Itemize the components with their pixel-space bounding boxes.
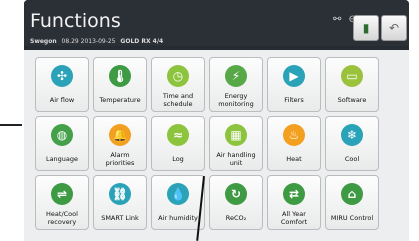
fan-icon: ✣	[51, 65, 73, 87]
function-tile-label: ReCO₂	[225, 214, 247, 222]
device-model: GOLD RX 4/4	[120, 38, 164, 45]
function-tile[interactable]: 🌡 Temperature	[93, 57, 147, 112]
function-tile[interactable]: ⇌ Heat/Cool recovery	[35, 175, 89, 230]
heat-cool-recovery-icon: ⇌	[51, 183, 73, 205]
clock-icon: ◷	[167, 65, 189, 87]
function-tile-label: Heat	[286, 155, 302, 163]
function-tile-label: Energy monitoring	[218, 92, 254, 108]
function-tile-label: Air humidity	[158, 214, 198, 222]
air-handling-unit-icon: ▦	[225, 124, 247, 146]
function-tile-label: All Year Comfort	[280, 210, 308, 226]
device-screen: Functions Swegon 08.29 2013-09-25 GOLD R…	[24, 0, 409, 241]
function-tile[interactable]: ▶ Filters	[267, 57, 321, 112]
function-tile[interactable]: ⛓ SMART Link	[93, 175, 147, 230]
back-button[interactable]: ↶	[381, 15, 407, 41]
function-tile-label: Time and schedule	[162, 92, 194, 108]
function-tile-label: Filters	[284, 96, 304, 104]
device-info: Swegon 08.29 2013-09-25 GOLD RX 4/4	[30, 38, 163, 45]
heat-icon: ♨	[283, 124, 305, 146]
function-tile[interactable]: ⇄ All Year Comfort	[267, 175, 321, 230]
function-tile[interactable]: 🔔 Alarm priorities	[93, 116, 147, 171]
pointer-line-left	[0, 124, 22, 126]
settings-icon: ▮	[362, 21, 370, 35]
globe-icon: ◍	[51, 124, 73, 146]
function-tile[interactable]: 💧 Air humidity	[151, 175, 205, 230]
function-tile[interactable]: ◷ Time and schedule	[151, 57, 205, 112]
function-tile[interactable]: ▭ Software	[325, 57, 379, 112]
all-year-comfort-icon: ⇄	[283, 183, 305, 205]
function-tile-label: Air handling unit	[216, 151, 256, 167]
function-tile-label: Temperature	[99, 96, 141, 104]
software-icon: ▭	[341, 65, 363, 87]
smart-link-icon: ⛓	[109, 183, 131, 205]
alarm-bell-icon: 🔔	[109, 124, 131, 146]
brand-logo: Swegon	[30, 38, 57, 45]
log-icon: ≈	[167, 124, 189, 146]
reco2-icon: ↻	[225, 183, 247, 205]
function-tile-label: Language	[45, 155, 79, 163]
function-tile-label: Software	[337, 96, 367, 104]
thermometer-icon: 🌡	[109, 65, 131, 87]
humidity-icon: 💧	[167, 183, 189, 205]
snowflake-icon: ❄	[341, 124, 363, 146]
function-tile[interactable]: ⚡ Energy monitoring	[209, 57, 263, 112]
settings-button[interactable]: ▮	[353, 15, 379, 41]
function-tile-label: Cool	[344, 155, 360, 163]
filter-icon: ▶	[283, 65, 305, 87]
function-tile-label: Air flow	[49, 96, 75, 104]
home-icon: ⌂	[341, 183, 363, 205]
energy-icon: ⚡	[225, 65, 247, 87]
function-tile-label: Alarm priorities	[105, 151, 135, 167]
function-tile[interactable]: ≈ Log	[151, 116, 205, 171]
function-tile[interactable]: ◍ Language	[35, 116, 89, 171]
page-title: Functions	[30, 10, 121, 32]
back-arrow-icon: ↶	[388, 21, 400, 35]
function-tile-label: MIRU Control	[330, 214, 374, 222]
function-tile-label: Log	[172, 155, 184, 163]
functions-panel: ✣ Air flow 🌡 Temperature ◷ Time and schedule ⚡…	[24, 50, 409, 241]
header-bar: Functions Swegon 08.29 2013-09-25 GOLD R…	[24, 0, 409, 46]
function-tile-label: Heat/Cool recovery	[46, 210, 78, 226]
function-tile-label: SMART Link	[101, 214, 139, 222]
function-tile[interactable]: ⌂ MIRU Control	[325, 175, 379, 230]
function-tile[interactable]: ❄ Cool	[325, 116, 379, 171]
function-tile[interactable]: ✣ Air flow	[35, 57, 89, 112]
device-version: 08.29 2013-09-25	[61, 38, 116, 45]
function-tile[interactable]: ♨ Heat	[267, 116, 321, 171]
function-tile[interactable]: ↻ ReCO₂	[209, 175, 263, 230]
function-tile[interactable]: ▦ Air handling unit	[209, 116, 263, 171]
